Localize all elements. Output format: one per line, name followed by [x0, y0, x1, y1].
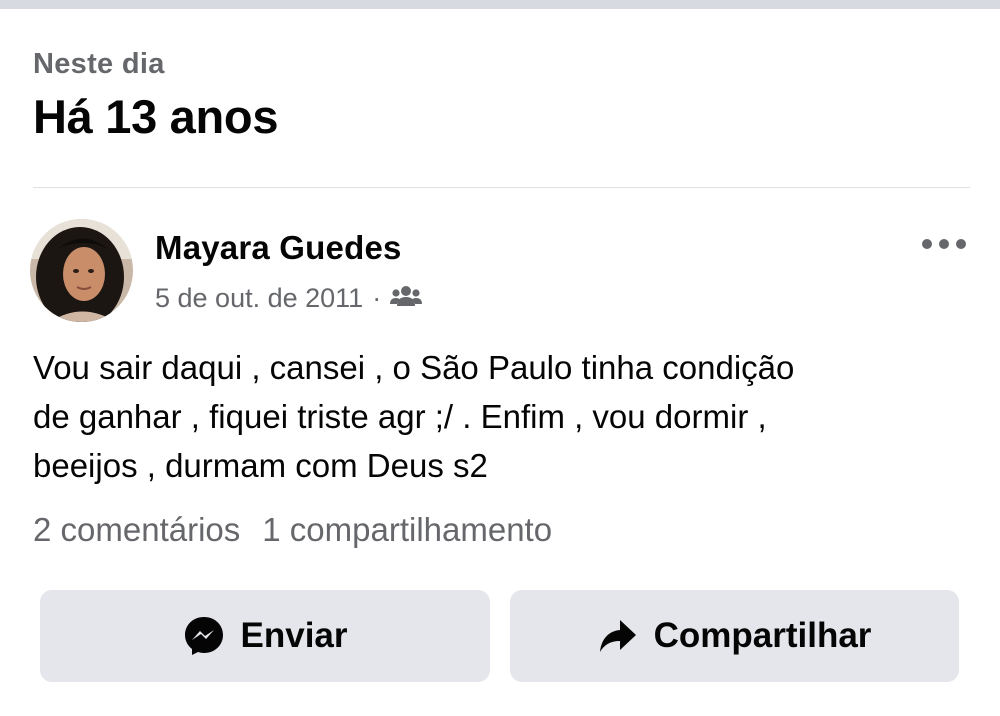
- shares-count[interactable]: 1 compartilhamento: [262, 511, 552, 549]
- top-divider-bar: [0, 0, 1000, 9]
- author-name[interactable]: Mayara Guedes: [155, 229, 402, 267]
- memory-title: Há 13 anos: [33, 90, 279, 143]
- share-label: Compartilhar: [653, 616, 872, 655]
- share-button[interactable]: Compartilhar: [510, 590, 959, 682]
- memory-label: Neste dia: [33, 48, 165, 80]
- comments-count[interactable]: 2 comentários: [33, 511, 240, 549]
- messenger-icon: [184, 617, 223, 655]
- avatar-image: [30, 219, 133, 322]
- send-button[interactable]: Enviar: [40, 590, 490, 682]
- post-text-line: Vou sair daqui , cansei , o São Paulo ti…: [33, 349, 795, 386]
- post-meta: 5 de out. de 2011 ·: [155, 283, 423, 314]
- meta-separator: ·: [372, 283, 382, 313]
- header-divider: [33, 187, 970, 188]
- avatar[interactable]: [30, 219, 133, 322]
- post-text: Vou sair daqui , cansei , o São Paulo ti…: [33, 343, 983, 490]
- share-arrow-icon: [599, 620, 636, 652]
- send-label: Enviar: [240, 616, 348, 655]
- more-options-button[interactable]: [918, 232, 970, 256]
- friends-icon[interactable]: [390, 283, 423, 314]
- post-date[interactable]: 5 de out. de 2011: [155, 283, 363, 314]
- post-text-line: beeijos , durmam com Deus s2: [33, 447, 488, 484]
- post-text-line: de ganhar , fiquei triste agr ;/ . Enfim…: [33, 398, 767, 435]
- memory-header: Neste dia Há 13 anos: [33, 48, 278, 144]
- engagement-bar: 2 comentários 1 compartilhamento: [33, 511, 552, 549]
- more-options-icon: [922, 239, 966, 249]
